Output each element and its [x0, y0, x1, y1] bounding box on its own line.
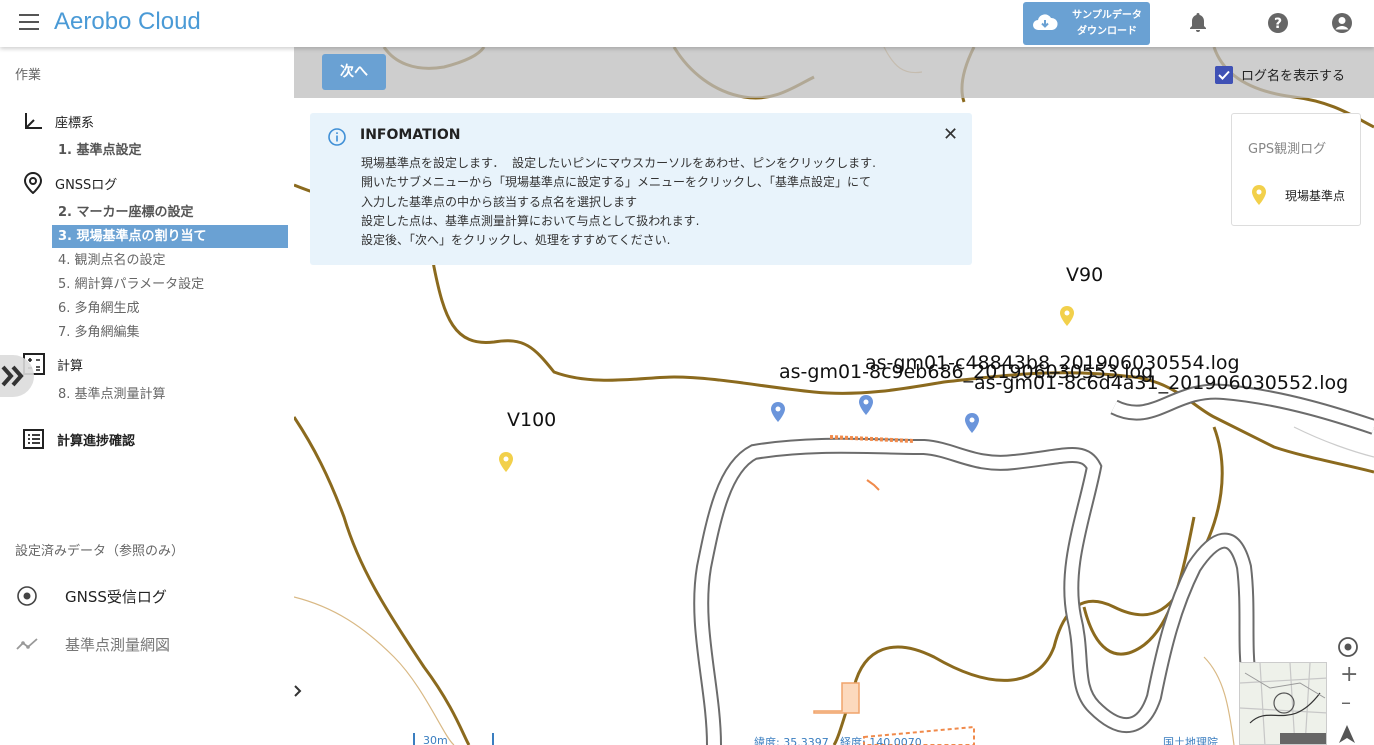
sample-data-download-button[interactable]: サンプルデータ ダウンロード [1023, 2, 1150, 45]
menu-icon[interactable] [19, 14, 39, 32]
attribution-link[interactable]: 国土地理院 [1163, 734, 1218, 745]
axis-icon [25, 113, 42, 129]
label-v90: V90 [1066, 264, 1104, 286]
download-label: サンプルデータ ダウンロード [1072, 10, 1142, 37]
location-pin-icon [23, 172, 43, 194]
map-toolbar [294, 47, 1374, 98]
pin-v100[interactable] [499, 452, 513, 472]
cloud-download-icon [1033, 14, 1058, 30]
group-gnss-log: GNSSログ [23, 172, 117, 194]
ref-network-label: 基準点測量網図 [65, 635, 171, 654]
pin-log-8c6d4a31[interactable] [965, 413, 979, 433]
yellow-pin-icon [1252, 185, 1266, 205]
radio-target-icon [17, 586, 37, 606]
trend-line-icon [16, 638, 38, 650]
pin-log-c48843b8[interactable] [859, 395, 873, 415]
chevron-right-icon[interactable] [294, 685, 302, 697]
group-coordinate-system: 座標系 [23, 110, 94, 132]
legend-title: GPS観測ログ [1248, 142, 1327, 157]
app-header: Aerobo Cloud サンプルデータ ダウンロード ? [0, 0, 1374, 47]
group-gnss-label: GNSSログ [55, 177, 118, 193]
north-arrow-icon[interactable] [1339, 725, 1355, 743]
calc-progress-label: 計算進捗確認 [57, 433, 136, 449]
zoom-in-button[interactable]: + [1340, 662, 1358, 687]
info-banner: INFOMATION 現場基準点を設定します． 設定したいピンにマウスカーソルを… [310, 113, 972, 265]
minimap-image [1240, 663, 1326, 744]
longitude-readout: 経度: 140.0070 [840, 736, 922, 745]
ref-gnss-log[interactable]: GNSS受信ログ [15, 584, 167, 608]
map-area[interactable]: 次へ ログ名を表示する INFOMATION 現場基準点を設定します． 設定した… [294, 47, 1374, 745]
svg-text:?: ? [1274, 16, 1282, 32]
zoom-out-button[interactable]: – [1341, 690, 1351, 714]
group-coordinate-label: 座標系 [55, 115, 95, 131]
latitude-readout: 緯度: 35.3397 [754, 736, 829, 745]
step-3[interactable]: 3. 現場基準点の割り当て [52, 225, 288, 248]
label-log-8c6d4a31: as-gm01-8c6d4a31_201906030552.log [974, 372, 1349, 394]
show-lognames-label: ログ名を表示する [1241, 69, 1346, 84]
sidebar: 作業 座標系 1. 基準点設定 GNSSログ 2. マーカー座標の設定 3. 現… [0, 47, 294, 745]
info-title: INFOMATION [360, 127, 461, 143]
ref-network-diagram[interactable]: 基準点測量網図 [15, 632, 170, 656]
ref-gnss-label: GNSS受信ログ [65, 587, 167, 606]
minimap[interactable] [1239, 662, 1327, 745]
step-8[interactable]: 8. 基準点測量計算 [52, 383, 288, 406]
step-1[interactable]: 1. 基準点設定 [52, 139, 288, 162]
sidebar-collapse-button[interactable] [0, 355, 34, 397]
calc-progress-link[interactable]: 計算進捗確認 [23, 428, 135, 450]
bell-icon[interactable] [1186, 11, 1210, 35]
locate-icon[interactable] [1337, 636, 1359, 658]
step-2[interactable]: 2. マーカー座標の設定 [52, 201, 288, 224]
map-legend: GPS観測ログ 現場基準点 [1231, 113, 1361, 226]
pin-v90[interactable] [1060, 306, 1074, 326]
info-icon [328, 128, 346, 146]
scale-label: 30m [423, 734, 448, 745]
list-icon [23, 429, 44, 449]
step-6[interactable]: 6. 多角網生成 [52, 297, 288, 320]
app-title: Aerobo Cloud [54, 8, 201, 35]
group-calculation-label: 計算 [57, 358, 84, 374]
info-body: 現場基準点を設定します． 設定したいピンにマウスカーソルをあわせ、ピンをクリック… [361, 156, 876, 248]
account-icon[interactable] [1330, 11, 1354, 35]
close-icon[interactable]: ✕ [943, 124, 958, 145]
label-v100: V100 [507, 409, 557, 431]
step-5[interactable]: 5. 網計算パラメータ設定 [52, 273, 288, 296]
work-section-title: 作業 [15, 68, 42, 83]
help-icon[interactable]: ? [1266, 11, 1290, 35]
reference-section-title: 設定済みデータ（参照のみ） [15, 544, 185, 559]
double-chevron-icon [1, 365, 24, 387]
pin-log-8c9eb686[interactable] [771, 402, 785, 422]
checkbox-checked-icon [1215, 65, 1233, 84]
step-4[interactable]: 4. 観測点名の設定 [52, 249, 288, 272]
next-button[interactable]: 次へ [322, 54, 386, 90]
step-7[interactable]: 7. 多角網編集 [52, 321, 288, 344]
legend-item-label: 現場基準点 [1285, 189, 1346, 203]
show-lognames-checkbox[interactable]: ログ名を表示する [1215, 65, 1345, 84]
